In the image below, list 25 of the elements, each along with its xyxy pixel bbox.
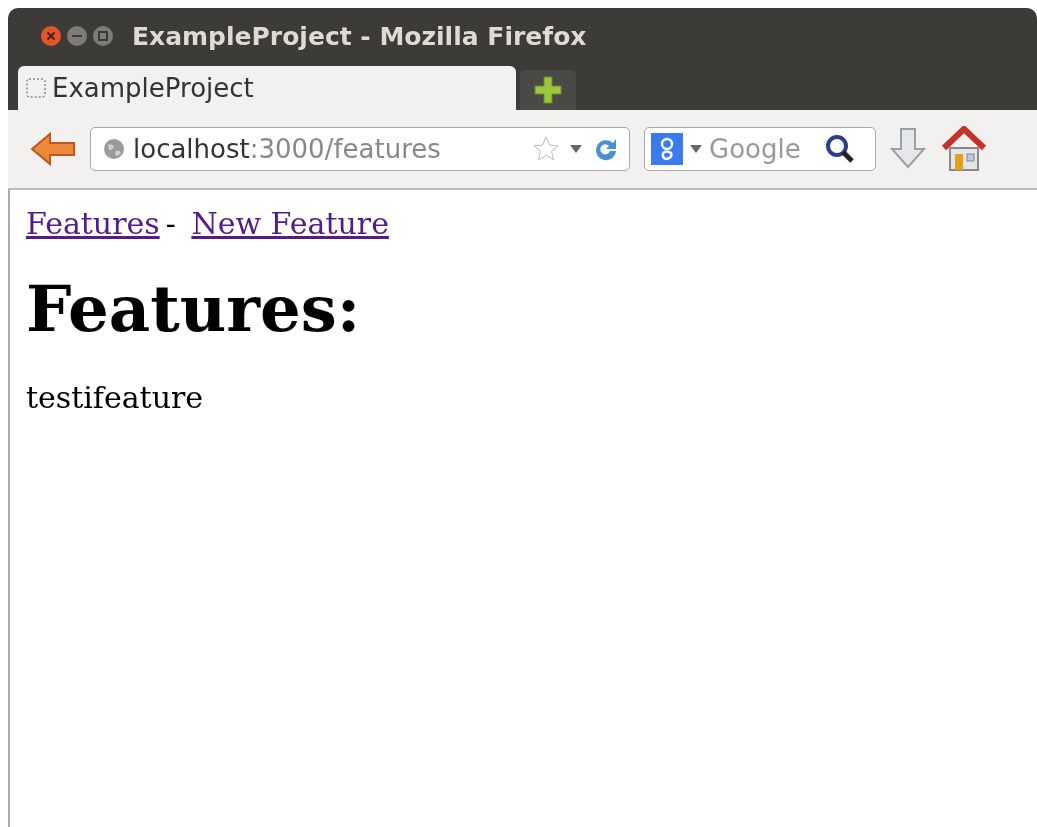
dropdown-caret-icon[interactable] bbox=[569, 144, 583, 154]
download-arrow-icon[interactable] bbox=[890, 127, 926, 171]
nav-link[interactable]: New Feature bbox=[191, 206, 389, 241]
url-field[interactable]: localhost:3000/features bbox=[90, 127, 630, 171]
search-field[interactable]: Google bbox=[644, 127, 876, 171]
new-tab-button[interactable] bbox=[520, 70, 576, 110]
search-input[interactable]: Google bbox=[709, 134, 819, 164]
page-heading: Features: bbox=[26, 271, 362, 346]
window-title: ExampleProject - Mozilla Firefox bbox=[132, 21, 587, 51]
page-icon bbox=[26, 78, 46, 98]
nav-link[interactable]: Features bbox=[26, 206, 160, 241]
globe-icon bbox=[103, 138, 125, 160]
link-separator: - bbox=[165, 206, 176, 241]
star-icon[interactable] bbox=[531, 134, 561, 164]
maximize-icon[interactable] bbox=[92, 25, 114, 47]
search-icon[interactable] bbox=[825, 134, 855, 164]
back-arrow-icon[interactable] bbox=[30, 131, 76, 167]
feature-item: testifeature bbox=[26, 380, 205, 415]
plus-icon bbox=[533, 75, 563, 105]
minimize-icon[interactable] bbox=[66, 25, 88, 47]
browser-tab[interactable]: ExampleProject bbox=[18, 66, 516, 110]
home-icon[interactable] bbox=[940, 126, 988, 172]
dropdown-caret-icon[interactable] bbox=[689, 144, 703, 154]
search-engine-icon bbox=[651, 133, 683, 165]
close-icon[interactable] bbox=[40, 25, 62, 47]
